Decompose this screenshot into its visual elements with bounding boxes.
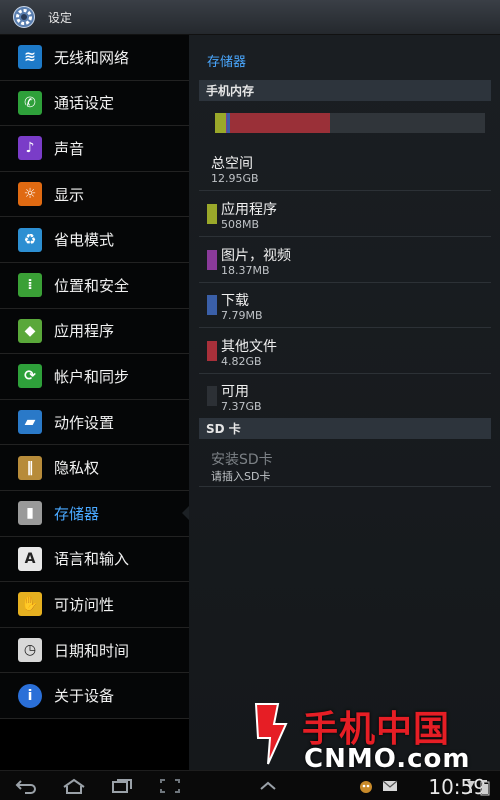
sidebar-item-label: 存储器 — [54, 504, 100, 523]
usage-bar-segment — [229, 113, 330, 133]
panel-title: 存储器 — [207, 55, 247, 70]
wifi-signal-icon — [466, 780, 476, 797]
total-space-label: 总空间 — [211, 156, 253, 172]
sidebar-item[interactable]: ♻ 省电模式 — [0, 217, 189, 263]
category-label: 其他文件 — [221, 338, 277, 355]
storage-category-row[interactable]: 应用程序 508MB — [199, 191, 491, 237]
storage-category-row[interactable]: 图片，视频 18.37MB — [199, 237, 491, 283]
section-header-sd-card: SD 卡 — [199, 418, 491, 439]
category-color-swatch — [207, 340, 217, 361]
wifi-icon: ≋ — [18, 45, 42, 70]
title-bar: 设定 — [0, 0, 500, 35]
usage-bar-segment — [215, 113, 226, 133]
sidebar-item[interactable]: ◆ 应用程序 — [0, 309, 189, 355]
sidebar-item-label: 应用程序 — [54, 322, 115, 341]
settings-sidebar: ≋ 无线和网络 ✆ 通话设定 ♪ 声音 ☼ 显示 ♻ 省电模式 ⁞ 位置和安全 ◆ 应用程序 ⟳ 帐户和同步 ▰… — [0, 35, 190, 719]
category-size: 7.79MB — [221, 309, 263, 323]
install-sd-card-hint: 请插入SD卡 — [211, 470, 271, 483]
storage-category-row[interactable]: 其他文件 4.82GB — [199, 328, 491, 374]
category-size: 7.37GB — [221, 400, 262, 414]
sidebar-item[interactable]: ⟳ 帐户和同步 — [0, 354, 189, 400]
storage-panel: 存储器 手机内存 总空间 12.95GB 应用程序 508MB 图片，视频 18.37… — [189, 35, 500, 770]
sidebar-item-label: 声音 — [54, 139, 85, 158]
settings-gear-icon — [13, 6, 35, 28]
sidebar-item[interactable]: ≋ 无线和网络 — [0, 35, 189, 81]
total-space-value: 12.95GB — [211, 172, 259, 185]
category-color-swatch — [207, 386, 217, 407]
sidebar-item[interactable]: ☼ 显示 — [0, 172, 189, 218]
category-size: 18.37MB — [221, 263, 270, 277]
sdcard-icon: ▮ — [18, 501, 42, 526]
android-icon: ◆ — [18, 318, 42, 343]
sidebar-item-label: 语言和输入 — [54, 550, 130, 569]
sidebar-item[interactable]: ‖ 隐私权 — [0, 445, 189, 491]
info-icon: i — [18, 683, 42, 708]
category-label: 可用 — [221, 384, 249, 401]
sidebar-item[interactable]: ✆ 通话设定 — [0, 81, 189, 127]
home-icon[interactable] — [60, 775, 88, 797]
notification-app-icon[interactable] — [358, 780, 374, 797]
watermark: 手机中国 CNMO.com — [252, 700, 472, 774]
install-sd-card-label: 安装SD卡 — [211, 452, 273, 468]
page-title: 设定 — [48, 10, 73, 25]
sidebar-item-label: 通话设定 — [54, 94, 115, 113]
battery-recycle-icon: ♻ — [18, 227, 42, 252]
install-sd-card-row[interactable]: 安装SD卡 请插入SD卡 — [199, 441, 491, 487]
screenshot-icon[interactable] — [156, 775, 184, 797]
category-label: 图片，视频 — [221, 247, 291, 264]
phone-icon: ✆ — [18, 90, 42, 115]
sidebar-item[interactable]: ◷ 日期和时间 — [0, 628, 189, 674]
sidebar-item-label: 帐户和同步 — [54, 367, 130, 386]
location-grid-icon: ⁞ — [18, 273, 42, 298]
storage-category-row[interactable]: 可用 7.37GB — [199, 373, 491, 420]
recent-apps-icon[interactable] — [108, 775, 136, 797]
speaker-icon: ♪ — [18, 136, 42, 161]
sidebar-item-label: 省电模式 — [54, 231, 115, 250]
brightness-icon: ☼ — [18, 182, 42, 207]
usage-bar-segment — [329, 113, 485, 133]
sidebar-item[interactable]: ♪ 声音 — [0, 126, 189, 172]
motion-icon: ▰ — [18, 410, 42, 435]
sidebar-item-label: 隐私权 — [54, 459, 100, 478]
back-icon[interactable] — [12, 775, 40, 797]
sidebar-item[interactable]: ▰ 动作设置 — [0, 400, 189, 446]
total-space-row: 总空间 12.95GB — [199, 145, 491, 191]
sidebar-item[interactable]: ✋ 可访问性 — [0, 582, 189, 628]
cnmo-logo-icon — [254, 703, 288, 765]
sidebar-item-label: 位置和安全 — [54, 276, 130, 295]
sidebar-item-label: 关于设备 — [54, 687, 115, 706]
sidebar-item-label: 无线和网络 — [54, 48, 130, 67]
sidebar-item-label: 可访问性 — [54, 595, 115, 614]
sidebar-item-label: 动作设置 — [54, 413, 115, 432]
chevron-up-icon[interactable] — [254, 775, 282, 797]
sidebar-item-label: 日期和时间 — [54, 641, 130, 660]
sidebar-item[interactable]: i 关于设备 — [0, 673, 189, 719]
hand-icon: ✋ — [18, 592, 42, 617]
system-navigation-bar: 10:59 — [0, 770, 500, 800]
category-size: 508MB — [221, 218, 260, 231]
category-color-swatch — [207, 295, 217, 316]
sidebar-item-label: 显示 — [54, 185, 85, 204]
category-label: 下载 — [221, 293, 249, 310]
sidebar-item[interactable]: ▮ 存储器 — [0, 491, 190, 537]
storage-usage-bar — [215, 113, 485, 133]
sidebar-item[interactable]: ⁞ 位置和安全 — [0, 263, 189, 309]
category-color-swatch — [207, 204, 217, 224]
fence-icon: ‖ — [18, 455, 42, 480]
section-header-phone-memory: 手机内存 — [199, 80, 491, 101]
sync-icon: ⟳ — [18, 364, 42, 389]
category-label: 应用程序 — [221, 202, 277, 218]
clock-icon: ◷ — [18, 638, 42, 663]
status-clock: 10:59 — [428, 775, 486, 799]
sidebar-item[interactable]: A 语言和输入 — [0, 537, 189, 583]
mail-icon[interactable] — [382, 780, 398, 795]
keyboard-a-icon: A — [18, 546, 42, 571]
category-size: 4.82GB — [221, 354, 262, 368]
battery-icon — [480, 780, 490, 799]
storage-category-row[interactable]: 下载 7.79MB — [199, 282, 491, 329]
category-color-swatch — [207, 249, 217, 270]
